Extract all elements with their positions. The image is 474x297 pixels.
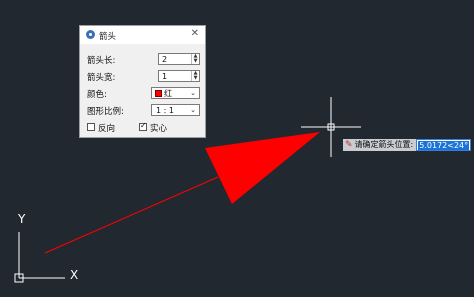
arrow-width-value[interactable]: 1 (162, 71, 167, 82)
dialog-title: 箭头 (99, 32, 117, 42)
check-icon: ✓ (140, 121, 147, 130)
color-swatch (155, 90, 162, 97)
scale-ratio-label: 图形比例: (87, 107, 124, 117)
ucs-x-label: X (70, 268, 78, 282)
prompt-input[interactable]: 5.0172<24° (416, 139, 472, 151)
arrow-length-spin: ▲ ▼ (191, 54, 199, 64)
chevron-down-icon[interactable]: ⌄ (190, 105, 196, 116)
chevron-down-icon[interactable]: ⌄ (190, 88, 196, 99)
dialog-title-bar[interactable]: 箭头 ✕ (80, 26, 205, 44)
spin-down-icon[interactable]: ▼ (192, 59, 199, 64)
prompt-label-box: ✎ 请确定箭头位置: (343, 139, 417, 151)
prompt-value[interactable]: 5.0172<24° (418, 140, 470, 150)
scale-ratio-value: 1 : 1 (156, 106, 174, 115)
arrow-width-label: 箭头宽: (87, 73, 116, 83)
spin-down-icon[interactable]: ▼ (192, 76, 199, 81)
prompt-label: 请确定箭头位置: (354, 140, 414, 149)
ucs-y-label: Y (17, 212, 26, 226)
solid-label: 实心 (150, 124, 168, 134)
arrow-length-stepper[interactable]: 2 ▲ ▼ (158, 53, 200, 65)
color-select[interactable]: 红 ⌄ (151, 87, 200, 99)
arrow-length-label: 箭头长: (87, 56, 116, 66)
reverse-label: 反向 (98, 124, 116, 134)
reverse-checkbox[interactable] (87, 123, 95, 131)
scale-ratio-select[interactable]: 1 : 1 ⌄ (151, 104, 200, 116)
arrow-settings-dialog: 箭头 ✕ 箭头长: 2 ▲ ▼ 箭头宽: 1 ▲ ▼ 颜色: 红 ⌄ 图形比例:… (79, 25, 206, 138)
close-icon[interactable]: ✕ (191, 28, 199, 40)
arrow-width-stepper[interactable]: 1 ▲ ▼ (158, 70, 200, 82)
solid-checkbox[interactable]: ✓ (139, 121, 147, 131)
pencil-icon: ✎ (345, 140, 353, 150)
arrow-width-spin: ▲ ▼ (191, 71, 199, 81)
color-value: 红 (164, 89, 172, 98)
arrow-head (205, 132, 320, 204)
arrow-length-value[interactable]: 2 (162, 54, 167, 65)
gear-icon (86, 30, 95, 39)
arrow-leader-line (44, 176, 219, 254)
command-prompt: ✎ 请确定箭头位置: 5.0172<24° (343, 139, 472, 151)
color-label: 颜色: (87, 90, 107, 100)
ucs-icon (14, 232, 65, 283)
